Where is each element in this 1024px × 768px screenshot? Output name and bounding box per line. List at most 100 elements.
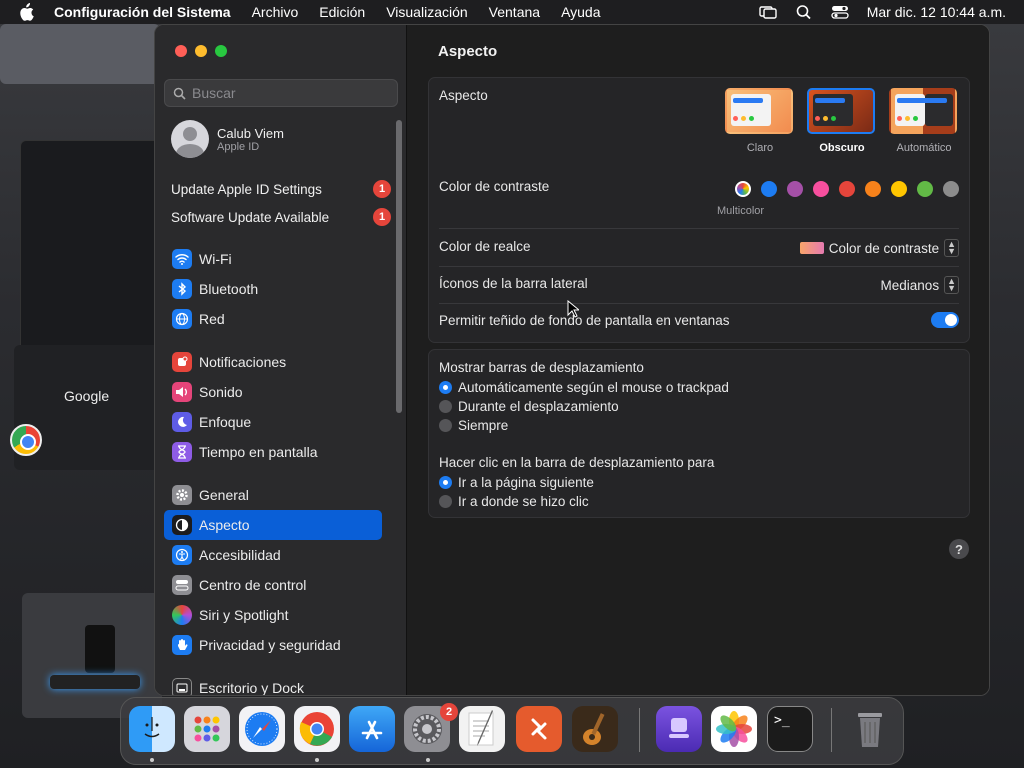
- sidebar-item-privacidad-y-seguridad[interactable]: Privacidad y seguridad: [164, 630, 382, 660]
- menu-archivo[interactable]: Archivo: [252, 4, 299, 20]
- textedit-icon[interactable]: [459, 706, 505, 752]
- control-center-icon[interactable]: [831, 4, 849, 20]
- radio-jump-clicked-spot[interactable]: Ir a donde se hizo clic: [439, 492, 959, 511]
- radio-label: Ir a donde se hizo clic: [458, 494, 589, 509]
- theme-label: Automático: [896, 142, 952, 154]
- help-button[interactable]: ?: [949, 539, 969, 559]
- radio-jump-next-page[interactable]: Ir a la página siguiente: [439, 473, 959, 492]
- sidebar-item-label: Enfoque: [199, 414, 252, 430]
- menubar-clock[interactable]: Mar dic. 12 10:44 a.m.: [867, 4, 1006, 20]
- running-indicator: [426, 758, 430, 762]
- globe-icon: [172, 309, 192, 329]
- apple-logo-icon[interactable]: [18, 3, 34, 21]
- radio-dot: [439, 419, 452, 432]
- accent-swatch-green[interactable]: [917, 181, 933, 197]
- photos-icon[interactable]: [711, 706, 757, 752]
- sidebar-group-notifications: Notificaciones Sonido Enfoque Tiempo en …: [164, 347, 382, 467]
- sidebar-item-centro-de-control[interactable]: Centro de control: [164, 570, 382, 600]
- speaker-icon: [172, 382, 192, 402]
- accent-swatch-pink[interactable]: [813, 181, 829, 197]
- sidebar: Calub Viem Apple ID Update Apple ID Sett…: [155, 25, 407, 695]
- avatar: [171, 120, 209, 158]
- sidebar-group-general: General Aspecto Accesibilidad Centro de …: [164, 480, 382, 660]
- menu-edicion[interactable]: Edición: [319, 4, 365, 20]
- sidebar-item-escritorio-y-dock[interactable]: Escritorio y Dock: [164, 673, 382, 695]
- menu-visualizacion[interactable]: Visualización: [386, 4, 467, 20]
- minimize-button[interactable]: [195, 45, 207, 57]
- wallpaper-tinting-toggle[interactable]: [931, 312, 959, 328]
- spotlight-search-icon[interactable]: [795, 4, 813, 20]
- terminal-icon[interactable]: >_: [767, 706, 813, 752]
- notification-badge: 2: [440, 703, 458, 721]
- garageband-icon[interactable]: [572, 706, 618, 752]
- sidebar-item-sonido[interactable]: Sonido: [164, 377, 382, 407]
- accent-swatch-yellow[interactable]: [891, 181, 907, 197]
- search-field[interactable]: [164, 79, 398, 107]
- sidebar-item-label: Bluetooth: [199, 281, 259, 297]
- accent-swatch-purple[interactable]: [787, 181, 803, 197]
- sidebar-item-bluetooth[interactable]: Bluetooth: [164, 274, 382, 304]
- dock-separator: [831, 708, 832, 752]
- sidebar-item-notificaciones[interactable]: Notificaciones: [164, 347, 382, 377]
- sidebar-item-tiempo-en-pantalla[interactable]: Tiempo en pantalla: [164, 437, 382, 467]
- radio-scroll-automatic[interactable]: Automáticamente según el mouse o trackpa…: [439, 378, 959, 397]
- sidebar-item-siri-y-spotlight[interactable]: Siri y Spotlight: [164, 600, 382, 630]
- sidebar-item-label: Privacidad y seguridad: [199, 637, 341, 653]
- update-apple-id-notice[interactable]: Update Apple ID Settings 1: [171, 180, 391, 198]
- sidebar-item-aspecto[interactable]: Aspecto: [164, 510, 382, 540]
- remote-desktop-icon[interactable]: [516, 706, 562, 752]
- radio-dot: [439, 400, 452, 413]
- system-settings-window: Calub Viem Apple ID Update Apple ID Sett…: [154, 24, 990, 696]
- appearance-options: Claro Obscuro Automático: [725, 88, 959, 154]
- wifi-icon: [172, 249, 192, 269]
- app-store-icon[interactable]: [349, 706, 395, 752]
- safari-icon[interactable]: [239, 706, 285, 752]
- sidebar-item-red[interactable]: Red: [164, 304, 382, 334]
- sidebar-item-general[interactable]: General: [164, 480, 382, 510]
- sidebar-item-wifi[interactable]: Wi-Fi: [164, 244, 382, 274]
- accent-swatch-orange[interactable]: [865, 181, 881, 197]
- theme-option-obscuro[interactable]: Obscuro: [807, 88, 877, 154]
- finder-icon[interactable]: [129, 706, 175, 752]
- accent-swatch-blue[interactable]: [761, 181, 777, 197]
- highlight-color-preview: [799, 242, 824, 254]
- launchpad-icon[interactable]: [184, 706, 230, 752]
- theme-option-automatico[interactable]: Automático: [889, 88, 959, 154]
- sidebar-icon-size-popup[interactable]: Medianos ▲ ▼: [881, 276, 959, 294]
- trash-icon[interactable]: [847, 706, 893, 752]
- highlight-color-popup[interactable]: Color de contraste ▲ ▼: [799, 239, 959, 257]
- chrome-icon[interactable]: [10, 424, 42, 456]
- screen-mirroring-icon[interactable]: [759, 4, 777, 20]
- software-update-notice[interactable]: Software Update Available 1: [171, 208, 391, 226]
- sidebar-item-label: Wi-Fi: [199, 251, 232, 267]
- scrollbars-panel: Mostrar barras de desplazamiento Automát…: [428, 349, 970, 518]
- menu-ayuda[interactable]: Ayuda: [561, 4, 600, 20]
- gear-icon: [172, 485, 192, 505]
- accent-swatch-graphite[interactable]: [943, 181, 959, 197]
- hourglass-icon: [172, 442, 192, 462]
- running-indicator: [150, 758, 154, 762]
- search-input[interactable]: [192, 85, 392, 101]
- siri-icon: [172, 605, 192, 625]
- sidebar-scrollbar[interactable]: [396, 120, 402, 413]
- sidebar-item-label: Notificaciones: [199, 354, 287, 370]
- theme-option-claro[interactable]: Claro: [725, 88, 795, 154]
- zoom-button[interactable]: [215, 45, 227, 57]
- account-name: Calub Viem: [217, 125, 284, 141]
- apple-id-account[interactable]: Calub Viem Apple ID: [171, 120, 284, 158]
- radio-scroll-always[interactable]: Siempre: [439, 416, 959, 435]
- sidebar-item-label: General: [199, 487, 249, 503]
- chrome-icon[interactable]: [294, 706, 340, 752]
- bluetooth-icon: [172, 279, 192, 299]
- accent-swatch-multicolor[interactable]: [735, 181, 751, 197]
- menu-app-name[interactable]: Configuración del Sistema: [54, 4, 231, 20]
- close-button[interactable]: [175, 45, 187, 57]
- radio-scroll-when-scrolling[interactable]: Durante el desplazamiento: [439, 397, 959, 416]
- sidebar-item-accesibilidad[interactable]: Accesibilidad: [164, 540, 382, 570]
- podcast-capture-icon[interactable]: [656, 706, 702, 752]
- theme-label: Obscuro: [819, 142, 865, 154]
- background-google-text: Google: [64, 388, 110, 404]
- accent-swatch-red[interactable]: [839, 181, 855, 197]
- menu-ventana[interactable]: Ventana: [489, 4, 540, 20]
- sidebar-item-enfoque[interactable]: Enfoque: [164, 407, 382, 437]
